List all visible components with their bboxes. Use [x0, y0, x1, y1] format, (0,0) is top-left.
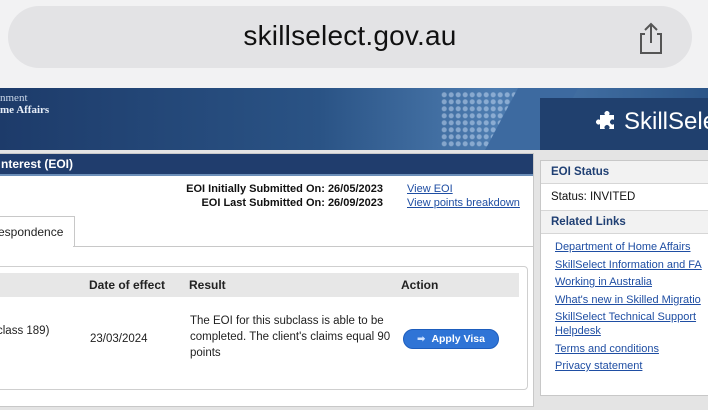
- gov-line-1: nment: [0, 92, 28, 104]
- apply-visa-label: Apply Visa: [431, 333, 485, 345]
- puzzle-icon: [596, 111, 614, 129]
- arrow-right-icon: ➡: [417, 334, 426, 345]
- link-skillselect-info[interactable]: SkillSelect Information and FA: [555, 258, 708, 272]
- result-cell: The EOI for this subclass is able to be …: [190, 315, 391, 359]
- link-working-in-australia[interactable]: Working in Australia: [555, 275, 708, 289]
- initial-submitted: EOI Initially Submitted On: 26/05/2023: [186, 183, 383, 195]
- related-links-list: Department of Home Affairs SkillSelect I…: [541, 234, 708, 373]
- browser-toolbar: skillselect.gov.au: [0, 0, 708, 88]
- submission-dates: EOI Initially Submitted On: 26/05/2023 E…: [137, 182, 383, 210]
- eoi-panel: nterest (EOI) EOI Initially Submitted On…: [0, 153, 534, 407]
- date-cell: 23/03/2024: [90, 333, 148, 345]
- col-action-header: Action: [401, 278, 439, 292]
- col-date-header: Date of effect: [89, 278, 166, 292]
- share-icon[interactable]: [636, 22, 666, 56]
- tab-divider: [73, 246, 533, 247]
- link-whats-new[interactable]: What's new in Skilled Migratio: [555, 293, 708, 307]
- col-result-header: Result: [189, 278, 226, 292]
- link-home-affairs[interactable]: Department of Home Affairs: [555, 240, 708, 254]
- link-helpdesk[interactable]: Helpdesk: [555, 324, 708, 338]
- related-links-title: Related Links: [541, 211, 708, 234]
- results-table: Date of effect Result Action class 189) …: [0, 266, 528, 390]
- eoi-status-text: Status: INVITED: [541, 184, 708, 211]
- sidebar: EOI Status Status: INVITED Related Links…: [540, 160, 708, 396]
- eoi-links: View EOI View points breakdown: [407, 182, 520, 210]
- view-points-link[interactable]: View points breakdown: [407, 196, 520, 210]
- address-bar[interactable]: skillselect.gov.au: [8, 6, 692, 68]
- link-privacy[interactable]: Privacy statement: [555, 359, 708, 373]
- tab-correspondence[interactable]: espondence: [0, 216, 75, 247]
- skillselect-logo: SkillSele: [596, 108, 708, 136]
- brand-name: SkillSele: [624, 108, 708, 135]
- link-terms[interactable]: Terms and conditions: [555, 342, 708, 356]
- table-header: Date of effect Result Action: [0, 273, 519, 297]
- view-eoi-link[interactable]: View EOI: [407, 182, 520, 196]
- panel-title: nterest (EOI): [0, 154, 533, 176]
- last-submitted: EOI Last Submitted On: 26/09/2023: [201, 197, 383, 209]
- subclass-cell: class 189): [0, 325, 50, 337]
- gov-logo-text: nment me Affairs: [0, 92, 49, 116]
- link-technical-support[interactable]: SkillSelect Technical Support: [555, 310, 708, 324]
- url-text[interactable]: skillselect.gov.au: [8, 20, 692, 52]
- gov-line-2: me Affairs: [0, 104, 50, 116]
- eoi-status-title: EOI Status: [541, 161, 708, 184]
- apply-visa-button[interactable]: ➡ Apply Visa: [403, 329, 499, 349]
- site-banner: nment me Affairs SkillSele: [0, 88, 708, 150]
